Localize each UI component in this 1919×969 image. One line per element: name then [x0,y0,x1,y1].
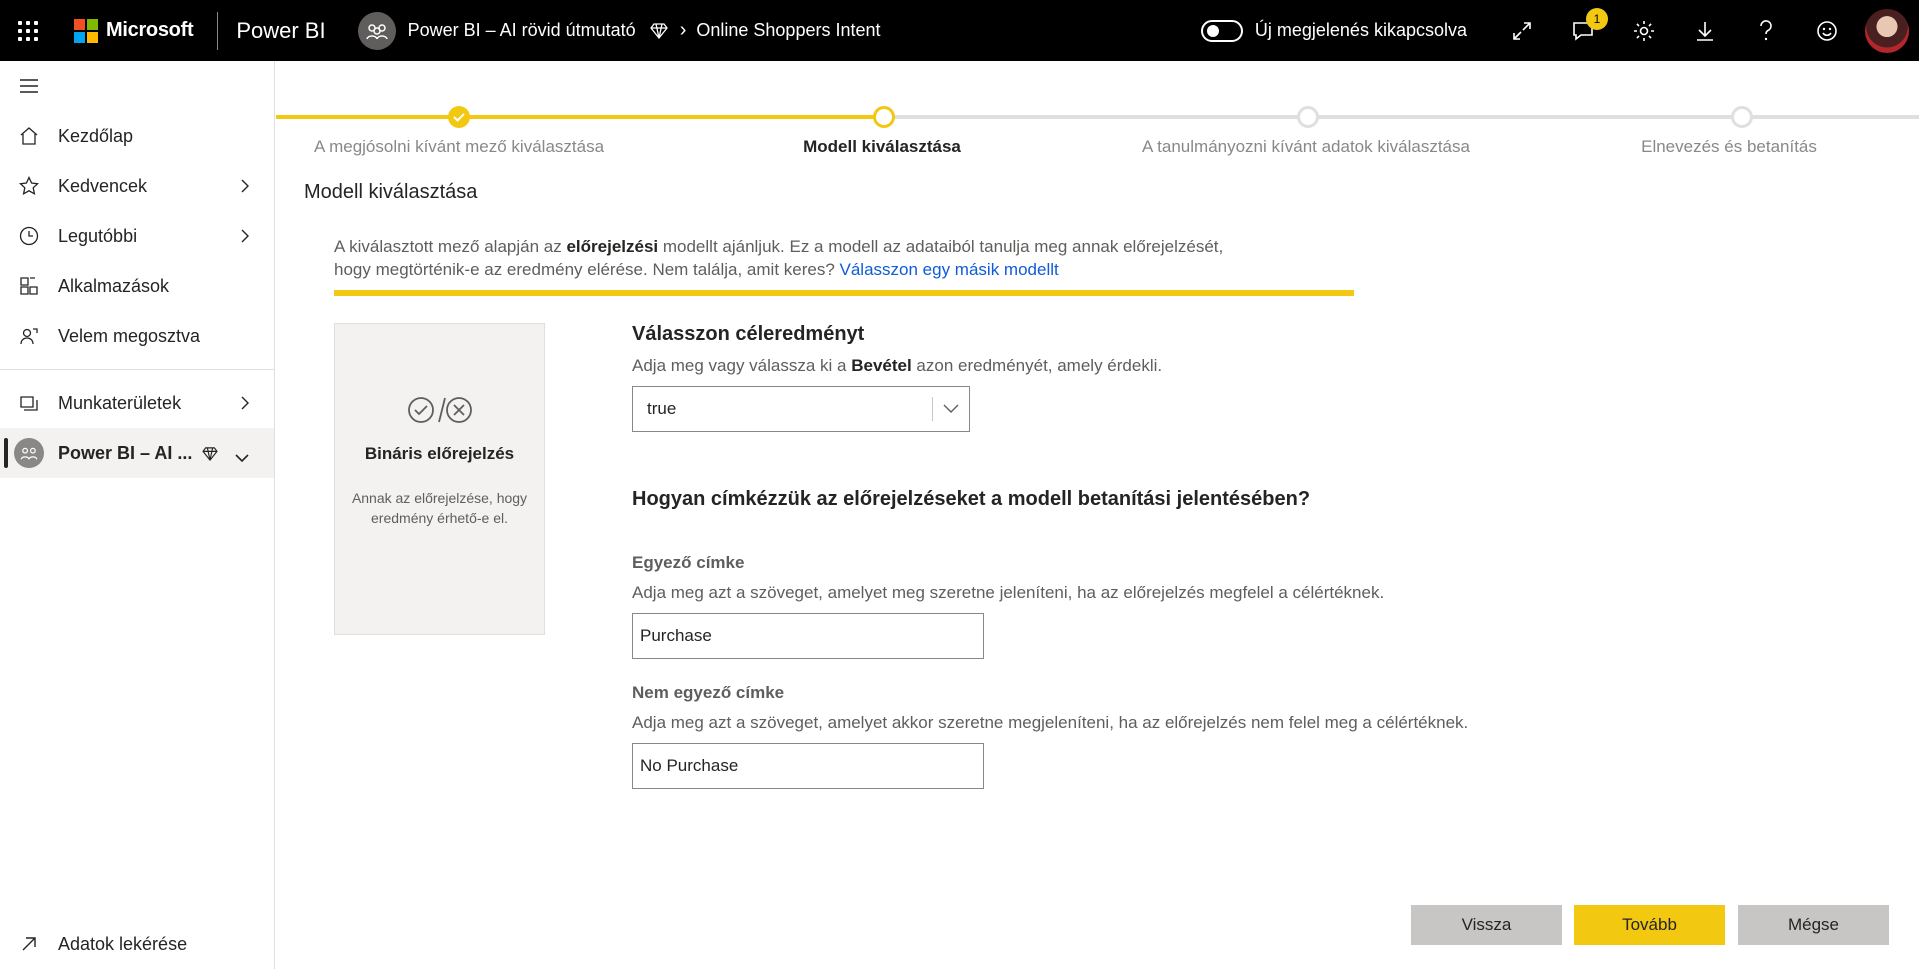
feedback-smiley-icon[interactable] [1796,0,1857,61]
match-label-hint: Adja meg azt a szöveget, amelyet meg sze… [632,583,1385,602]
step-done-check-icon [448,106,470,128]
nav-item-recent[interactable]: Legutóbbi [0,211,274,261]
step-pending-dot [1297,106,1319,128]
model-card[interactable]: Bináris előrejelzés Annak az előrejelzés… [334,323,545,635]
nav-item-label: Munkaterületek [58,392,182,413]
step-label: Elnevezés és betanítás [1641,137,1817,156]
breadcrumb-dataset[interactable]: Online Shoppers Intent [696,20,880,41]
nav-item-label: Kedvencek [58,175,148,196]
chevron-down-icon [234,447,250,468]
hamburger-menu-icon[interactable] [0,61,274,111]
next-button[interactable]: Tovább [1574,905,1725,945]
nav-item-get-data[interactable]: Adatok lekérése [0,919,274,969]
chevron-right-icon [240,178,250,199]
step-current-dot [873,106,895,128]
info-bold: előrejelzési [566,237,659,256]
match-label-input[interactable]: Purchase [632,613,984,659]
hint-bold: Bevétel [851,356,912,375]
settings-gear-icon[interactable] [1613,0,1674,61]
info-text: modellt ajánljuk. Ez a modell az adataib… [658,237,1224,256]
step-label-current: Modell kiválasztása [803,137,961,156]
app-launcher-icon[interactable] [0,0,56,61]
nav-item-label: Alkalmazások [58,275,170,296]
expand-icon[interactable] [1491,0,1552,61]
notification-badge: 1 [1586,8,1608,30]
stepper-track-complete [276,115,884,119]
nav-item-label: Legutóbbi [58,225,138,246]
nav-item-home[interactable]: Kezdőlap [0,111,274,161]
chevron-down-icon[interactable] [943,401,959,419]
nav-item-favorites[interactable]: Kedvencek [0,161,274,211]
target-heading: Válasszon céleredményt [632,323,865,345]
microsoft-logo-icon [74,18,98,43]
nav-item-label: Kezdőlap [58,125,134,146]
info-accent-bar [334,290,1354,296]
home-icon [0,126,58,146]
model-card-title: Bináris előrejelzés [364,444,515,463]
select-divider [932,397,933,421]
nav-item-apps[interactable]: Alkalmazások [0,261,274,311]
stepper-track-pending [884,115,1919,119]
back-button[interactable]: Vissza [1411,905,1562,945]
model-info-text: A kiválasztott mező alapján az előrejelz… [334,235,1354,281]
nomatch-label-hint: Adja meg azt a szöveget, amelyet akkor s… [632,713,1469,732]
choose-other-model-link[interactable]: Válasszon egy másik modellt [840,260,1059,279]
chevron-right-icon [240,228,250,249]
clock-icon [0,226,58,246]
step-label: A tanulmányozni kívánt adatok kiválasztá… [1142,137,1470,156]
nav-item-label: Velem megosztva [58,325,201,346]
download-icon[interactable] [1674,0,1735,61]
labels-heading: Hogyan címkézzük az előrejelzéseket a mo… [632,488,1311,510]
product-name[interactable]: Power BI [236,18,325,44]
nav-item-label: Power BI – AI ... [58,442,193,463]
divider [217,11,219,50]
binary-check-cross-icon [405,394,475,426]
workspace-people-icon [14,438,44,468]
left-navigation: Kezdőlap Kedvencek Legutóbbi Alkalmazáso… [0,61,275,969]
nomatch-label-input[interactable]: No Purchase [632,743,984,789]
brand-name: Microsoft [106,19,194,41]
target-outcome-select[interactable]: true [632,386,970,432]
target-outcome-value: true [647,399,677,418]
nav-item-current-workspace[interactable]: Power BI – AI ... [0,428,274,478]
cancel-button[interactable]: Mégse [1738,905,1889,945]
workspace-people-icon [357,11,396,50]
step-label: A megjósolni kívánt mező kiválasztása [313,137,605,156]
nav-item-workspaces[interactable]: Munkaterületek [0,378,274,428]
star-icon [0,176,58,196]
page-title: Modell kiválasztása [304,181,478,203]
chevron-right-icon [240,395,250,416]
info-text: hogy megtörténik-e az eredmény elérése. … [334,260,840,279]
hint-text: Adja meg vagy válassza ki a [632,356,852,375]
premium-diamond-icon [649,22,668,39]
premium-diamond-icon [202,445,218,466]
shared-icon [0,326,58,346]
new-look-toggle[interactable] [1200,19,1243,42]
target-hint: Adja meg vagy válassza ki a Bevétel azon… [632,356,1632,376]
nav-item-label: Adatok lekérése [58,933,188,954]
arrow-up-right-icon [0,935,58,953]
new-look-label: Új megjelenés kikapcsolva [1254,20,1467,40]
top-bar: Microsoft Power BI Power BI – AI rövid ú… [0,0,1919,61]
step-pending-dot [1731,106,1753,128]
apps-icon [0,276,58,296]
model-card-description: Annak az előrejelzése, hogy eredmény érh… [351,490,528,526]
breadcrumb-chevron-icon: › [679,19,687,41]
user-avatar[interactable] [1865,8,1909,53]
nav-divider [0,369,274,370]
nomatch-label-title: Nem egyező címke [632,683,785,702]
model-form: Válasszon céleredményt Adja meg vagy vál… [632,323,1632,789]
workspaces-icon [0,393,58,413]
help-icon[interactable] [1735,0,1796,61]
nav-item-shared[interactable]: Velem megosztva [0,311,274,361]
match-label-title: Egyező címke [632,553,745,572]
notifications-icon[interactable]: 1 [1552,0,1613,61]
breadcrumb-workspace[interactable]: Power BI – AI rövid útmutató [408,20,636,41]
hint-text: azon eredményét, amely érdekli. [911,356,1163,375]
wizard-stepper: A megjósolni kívánt mező kiválasztása Mo… [276,61,1919,161]
info-text: A kiválasztott mező alapján az [334,237,567,256]
main-content: A megjósolni kívánt mező kiválasztása Mo… [276,61,1919,969]
microsoft-logo[interactable]: Microsoft [74,18,194,43]
